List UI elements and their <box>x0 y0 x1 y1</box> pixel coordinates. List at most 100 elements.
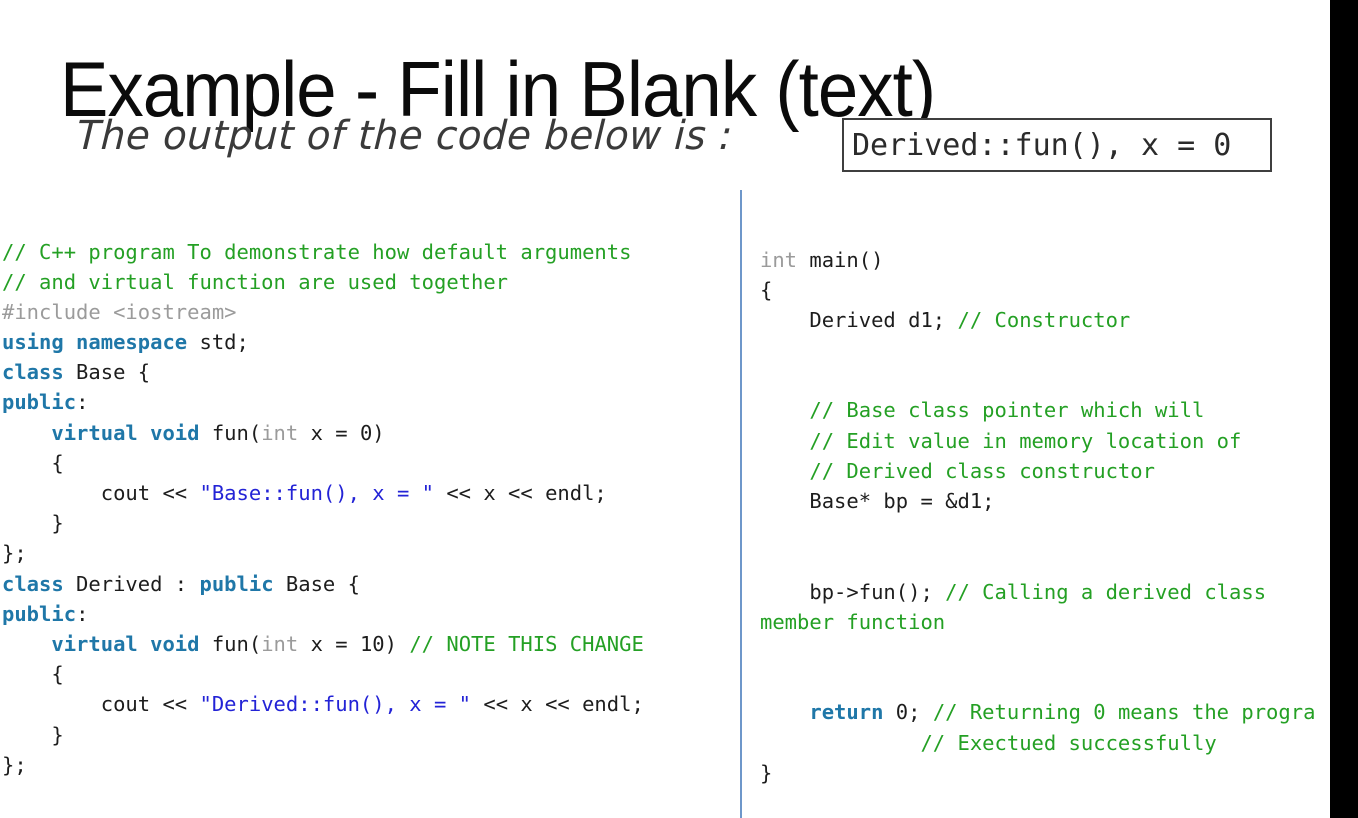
code-line: #include <iostream> <box>2 297 740 327</box>
code-token-pln: x = 0) <box>298 420 385 445</box>
code-line: cout << "Base::fun(), x = " << x << endl… <box>2 478 740 508</box>
code-token-kw: class <box>2 360 64 385</box>
code-token-pln: std; <box>187 330 249 355</box>
code-token-pln: Derived : <box>63 571 200 596</box>
code-token-pln: Derived d1; <box>760 307 958 332</box>
code-token-cmt: // C++ program To demonstrate how defaul… <box>2 239 632 264</box>
code-token-pln: { <box>2 662 64 687</box>
code-token-cmt: // Edit value in memory location of <box>809 428 1242 453</box>
code-line: }; <box>2 750 740 780</box>
code-token-pre: #include <iostream> <box>2 299 237 324</box>
code-token-pln: } <box>760 760 773 785</box>
code-line: { <box>2 659 740 689</box>
code-token-cmt: // and virtual function are used togethe… <box>2 269 509 294</box>
code-token-pln: Base* bp = &d1; <box>760 489 995 513</box>
code-block-right: int main(){ Derived d1; // Constructor /… <box>760 245 1358 788</box>
code-token-cmt: // NOTE THIS CHANGE <box>409 631 644 656</box>
right-edge-bar <box>1330 0 1358 818</box>
code-line: Derived d1; // Constructor <box>760 305 1358 335</box>
code-line: int main() <box>760 245 1358 275</box>
code-line: class Derived : public Base { <box>2 569 740 599</box>
code-token-cmt: // Derived class constructor <box>809 458 1155 483</box>
code-line: return 0; // Returning 0 means the progr… <box>760 697 1358 727</box>
code-token-cmt: // Calling a derived class <box>945 579 1267 604</box>
code-token-pln: << x << endl; <box>471 692 644 717</box>
code-token-type: int <box>261 420 299 445</box>
code-line: virtual void fun(int x = 10) // NOTE THI… <box>2 629 740 659</box>
code-token-kw: return <box>809 700 884 725</box>
code-line: { <box>2 448 740 478</box>
code-line: // Edit value in memory location of <box>760 426 1358 456</box>
code-line: // Exectued successfully <box>760 728 1358 758</box>
code-token-pln: cout << <box>2 481 200 505</box>
code-token-str: "Derived::fun(), x = " <box>199 692 472 717</box>
code-token-kw: public <box>2 390 77 415</box>
code-line: public: <box>2 599 740 629</box>
code-token-pln: { <box>2 450 64 475</box>
code-token-pln: { <box>760 277 773 302</box>
answer-input-box[interactable]: Derived::fun(), x = 0 <box>842 118 1272 172</box>
code-token-cmt: // Base class pointer which will <box>809 398 1205 423</box>
answer-input-value: Derived::fun(), x = 0 <box>852 127 1232 163</box>
code-token-kw: public <box>199 571 274 596</box>
code-token-pln: bp->fun(); <box>760 579 946 604</box>
code-token-pln: 0; <box>883 700 933 725</box>
code-line: // and virtual function are used togethe… <box>2 267 740 297</box>
code-token-pln: } <box>2 511 64 536</box>
code-token-kw: class <box>2 571 64 596</box>
code-line: { <box>760 275 1358 305</box>
code-token-pln <box>760 700 809 724</box>
code-token-pln: Base { <box>273 571 360 596</box>
code-block-left: // C++ program To demonstrate how defaul… <box>2 237 740 780</box>
code-line: bp->fun(); // Calling a derived class <box>760 577 1358 607</box>
code-token-pln: } <box>2 722 64 747</box>
code-line: cout << "Derived::fun(), x = " << x << e… <box>2 689 740 719</box>
code-token-pln: : <box>76 601 89 626</box>
code-token-cmt: // Constructor <box>957 307 1131 332</box>
code-token-pln: main() <box>797 247 884 272</box>
code-token-pln: : <box>76 390 89 415</box>
code-token-pln <box>2 421 51 445</box>
code-token-type: int <box>760 247 798 272</box>
code-token-pln <box>760 398 809 422</box>
code-token-pln <box>760 459 809 483</box>
code-token-cmt: member function <box>760 609 946 634</box>
question-prompt: The output of the code below is : <box>75 113 734 159</box>
code-token-pln: x = 10) <box>298 631 410 656</box>
slide-canvas: Example - Fill in Blank (text) The outpu… <box>0 0 1358 818</box>
column-divider <box>740 190 742 818</box>
code-line: member function <box>760 607 1358 637</box>
code-token-cmt: // Returning 0 means the progra <box>932 700 1316 725</box>
code-line: // Derived class constructor <box>760 456 1358 486</box>
code-token-pln <box>2 632 51 656</box>
code-token-pln: }; <box>2 752 27 777</box>
code-line: // C++ program To demonstrate how defaul… <box>2 237 740 267</box>
code-token-kw: virtual void <box>51 631 200 656</box>
code-token-pln <box>760 731 920 755</box>
code-token-cmt: // Exectued successfully <box>920 730 1217 755</box>
code-token-pln: << x << endl; <box>433 481 607 505</box>
code-line: } <box>2 720 740 750</box>
code-token-type: int <box>261 631 299 656</box>
code-line: } <box>2 508 740 538</box>
code-token-pln: cout << <box>2 692 200 717</box>
code-token-pln: fun( <box>199 420 262 445</box>
code-token-pln: Base { <box>63 360 151 385</box>
code-line: Base* bp = &d1; <box>760 486 1358 516</box>
code-token-str: "Base::fun(), x = " <box>199 481 434 505</box>
code-line: // Base class pointer which will <box>760 395 1358 425</box>
code-token-pln: fun( <box>199 631 262 656</box>
code-token-kw: public <box>2 601 77 626</box>
code-token-kw: virtual void <box>51 420 200 445</box>
code-line: using namespace std; <box>2 327 740 357</box>
code-line: } <box>760 758 1358 788</box>
code-token-kw: using namespace <box>2 330 188 355</box>
code-token-pln: }; <box>2 541 27 566</box>
code-line: class Base { <box>2 357 740 387</box>
